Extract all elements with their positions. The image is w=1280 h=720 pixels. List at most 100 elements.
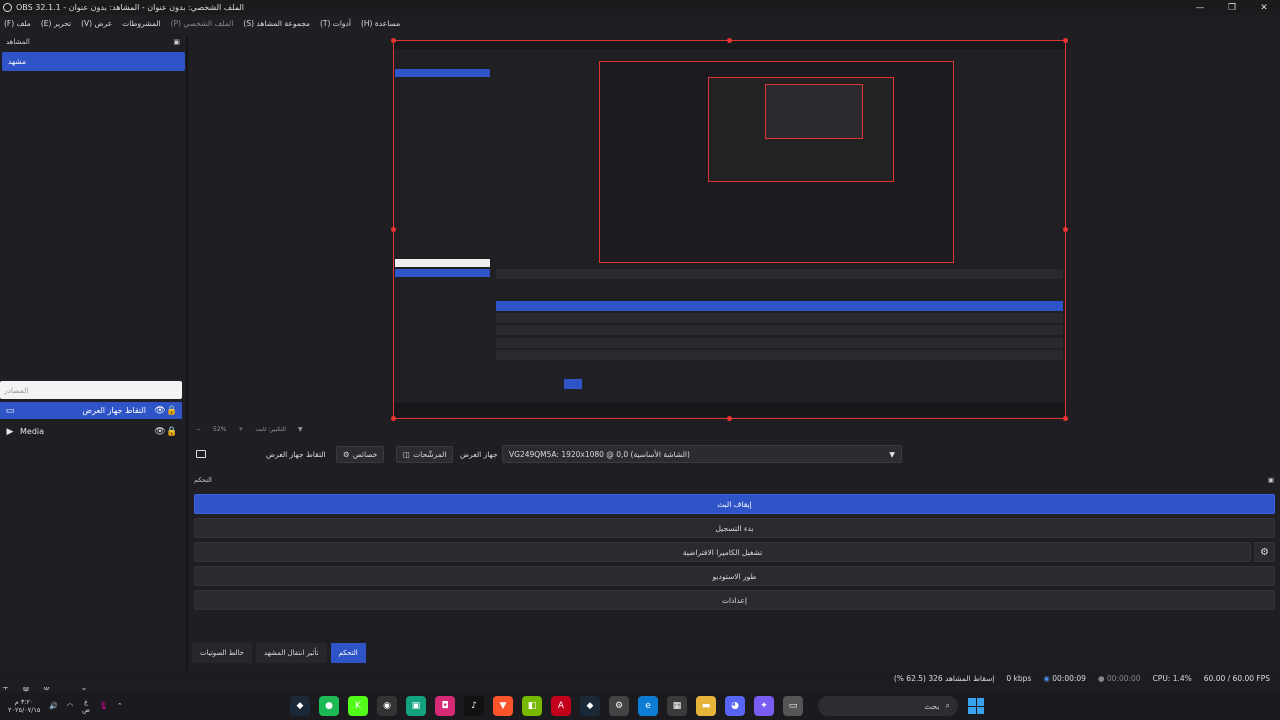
- source-name: Media: [20, 427, 45, 436]
- display-value: VG249QM5A: 1920x1080 @ 0,0 (الشاشة الأسا…: [509, 449, 690, 459]
- transform-handle[interactable]: [391, 416, 396, 421]
- store-icon[interactable]: ▦: [667, 696, 687, 716]
- menu-item[interactable]: (S) مجموعة المشاهد: [243, 19, 310, 28]
- zoom-out-button[interactable]: −: [196, 426, 201, 433]
- language-indicator[interactable]: عض: [82, 698, 90, 714]
- chevron-down-icon[interactable]: ▼: [298, 426, 303, 433]
- virtual-camera-settings-button[interactable]: ⚙: [1254, 542, 1275, 562]
- menu-bar: (F) ملف (E) تحرير (V) عرض المشروطات (P) المل…: [0, 16, 1280, 30]
- tiktok-icon[interactable]: ♪: [464, 696, 484, 716]
- menu-item[interactable]: (T) أدوات: [320, 19, 351, 28]
- taskview-icon[interactable]: ▭: [783, 696, 803, 716]
- lock-icon[interactable]: 🔒: [166, 427, 178, 437]
- copilot-icon[interactable]: ✦: [754, 696, 774, 716]
- obs-icon[interactable]: ◉: [377, 696, 397, 716]
- mic-icon[interactable]: 🎙: [99, 702, 108, 710]
- preview-nested-taskbar: [394, 403, 1065, 417]
- kick-icon[interactable]: K: [348, 696, 368, 716]
- maximize-icon[interactable]: ❐: [1216, 0, 1248, 15]
- taskbar-search[interactable]: بحث ⌕: [818, 696, 958, 716]
- filters-button[interactable]: ◫ المرشّحات: [396, 445, 454, 463]
- folder-icon[interactable]: ▬: [696, 696, 716, 716]
- filters-label: المرشّحات: [413, 449, 447, 459]
- menu-item[interactable]: المشروطات: [122, 19, 160, 28]
- dock-tabs: خالط الصوتيات تأثير انتقال المشهد التحكم: [192, 643, 366, 663]
- edge-icon[interactable]: e: [638, 696, 658, 716]
- controls-title: التحكم: [194, 476, 212, 484]
- transform-handle[interactable]: [1063, 38, 1068, 43]
- transform-handle[interactable]: [727, 416, 732, 421]
- scene-item[interactable]: مشهد: [2, 52, 185, 71]
- eye-icon[interactable]: 👁: [154, 427, 166, 437]
- dock-tab[interactable]: تأثير انتقال المشهد: [256, 643, 327, 663]
- obs-logo-icon: [3, 3, 12, 12]
- stream-icon: ◉: [1043, 674, 1053, 683]
- menu-item[interactable]: (F) ملف: [4, 19, 31, 28]
- transform-handle[interactable]: [1063, 227, 1068, 232]
- menu-item[interactable]: (P) الملف الشخصي: [171, 19, 234, 28]
- transform-handle[interactable]: [1063, 416, 1068, 421]
- dock-float-icon[interactable]: ▣: [173, 38, 180, 46]
- clock[interactable]: ٣:٢٠ م ٢٠٢٥/٠٧/١٥: [8, 698, 40, 714]
- windows-taskbar: ٣:٢٠ م ٢٠٢٥/٠٧/١٥ 🔊 ◠ عض 🎙 ⌃ ◆ ● K ◉ ▣ ◘ ♪ ▼ ◧ A ◆…: [0, 692, 1280, 720]
- source-item-media[interactable]: ▶ Media 👁 🔒: [0, 423, 182, 440]
- close-icon[interactable]: ✕: [1248, 0, 1280, 15]
- controls-dock-header: التحكم ▣: [188, 474, 1280, 486]
- properties-button[interactable]: ⚙ خصائص: [336, 445, 385, 463]
- source-item-display-capture[interactable]: ▭ التقاط جهاز العرض 👁 🔒: [0, 402, 182, 419]
- eye-icon[interactable]: 👁: [154, 406, 166, 416]
- nvidia-icon[interactable]: ◧: [522, 696, 542, 716]
- dock-divider: [186, 36, 188, 686]
- menu-item[interactable]: (H) مساعدة: [361, 19, 400, 28]
- app-green-icon[interactable]: ▣: [406, 696, 426, 716]
- fps-readout: 60.00 / 60.00 FPS: [1203, 674, 1270, 683]
- bitrate: 0 kbps: [1006, 674, 1032, 683]
- dock-float-icon[interactable]: ▣: [1268, 476, 1274, 484]
- spotify-icon[interactable]: ●: [319, 696, 339, 716]
- menu-item[interactable]: (V) عرض: [81, 19, 112, 28]
- control-button[interactable]: إيقاف البث: [194, 494, 1275, 514]
- windows-start-icon[interactable]: [968, 698, 984, 714]
- control-button[interactable]: طور الاستوديو: [194, 566, 1275, 586]
- scenes-dock-header: المشاهد ▣: [0, 36, 186, 48]
- gear-icon: ⚙: [1260, 546, 1269, 558]
- steam-icon[interactable]: ◆: [290, 696, 310, 716]
- transform-handle[interactable]: [391, 38, 396, 43]
- instagram-icon[interactable]: ◘: [435, 696, 455, 716]
- preview-canvas[interactable]: [393, 40, 1066, 419]
- lock-icon[interactable]: 🔒: [166, 406, 178, 416]
- system-tray: ٣:٢٠ م ٢٠٢٥/٠٧/١٥ 🔊 ◠ عض 🎙 ⌃: [0, 698, 123, 714]
- steam2-icon[interactable]: ◆: [580, 696, 600, 716]
- record-icon: ●: [1097, 674, 1107, 683]
- control-button[interactable]: إعدادات: [194, 590, 1275, 610]
- taskbar-apps: ◆ ● K ◉ ▣ ◘ ♪ ▼ ◧ A ◆ ⚙ e ▦ ▬ ◕ ✦ ▭: [290, 696, 803, 716]
- search-icon: ⌕: [945, 701, 950, 710]
- rec-time: ● 00:00:00: [1097, 674, 1141, 683]
- zoom-percent: 52%: [213, 426, 227, 433]
- control-button[interactable]: تشغيل الكاميرا الافتراضية: [194, 542, 1251, 562]
- zoom-in-button[interactable]: +: [238, 426, 243, 433]
- dock-tab[interactable]: خالط الصوتيات: [192, 643, 253, 663]
- preview-nested-left: [394, 59, 490, 414]
- clock-time: ٣:٢٠ م: [14, 698, 34, 706]
- settings-app-icon[interactable]: ⚙: [609, 696, 629, 716]
- monitor-icon: [196, 450, 206, 458]
- minimize-icon[interactable]: —: [1184, 0, 1216, 15]
- brave-icon[interactable]: ▼: [493, 696, 513, 716]
- dock-tab[interactable]: التحكم: [330, 643, 366, 663]
- menu-item[interactable]: (E) تحرير: [41, 19, 71, 28]
- control-button[interactable]: بدء التسجيل: [194, 518, 1275, 538]
- stream-time: ◉ 00:00:09: [1043, 674, 1086, 683]
- discord-icon[interactable]: ◕: [725, 696, 745, 716]
- chevron-up-icon[interactable]: ⌃: [117, 702, 123, 710]
- dropped-frames: إسقاط المشاهد 326 (62.5 %): [893, 674, 995, 683]
- wifi-icon[interactable]: ◠: [67, 702, 73, 710]
- adobe-icon[interactable]: A: [551, 696, 571, 716]
- transform-handle[interactable]: [391, 227, 396, 232]
- zoom-controls: − 52% + التكبير: ثابت ▼: [196, 426, 303, 433]
- transform-handle[interactable]: [727, 38, 732, 43]
- speaker-icon[interactable]: 🔊: [49, 702, 58, 710]
- preview-nested-frame: [599, 61, 954, 263]
- zoom-mode[interactable]: التكبير: ثابت: [255, 426, 286, 433]
- display-select[interactable]: VG249QM5A: 1920x1080 @ 0,0 (الشاشة الأسا…: [502, 445, 902, 463]
